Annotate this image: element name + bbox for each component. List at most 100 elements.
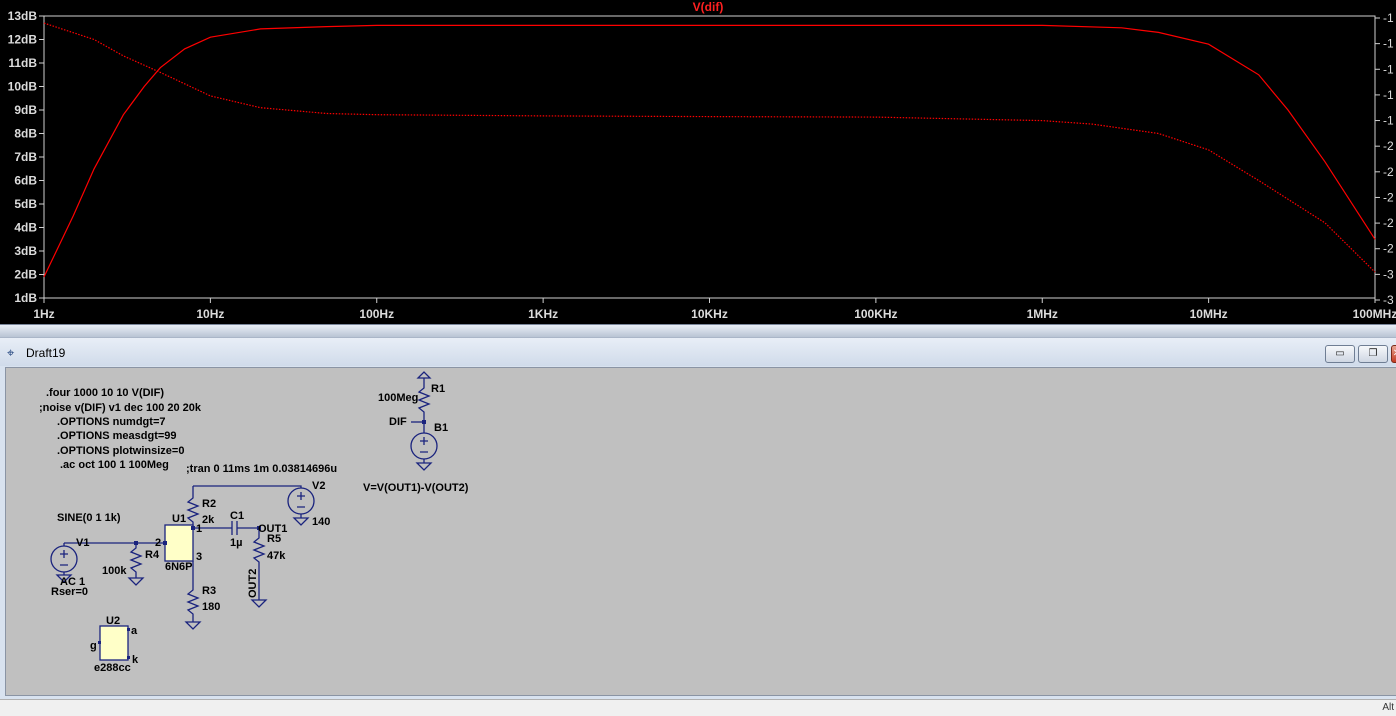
dif-label: DIF	[389, 416, 407, 428]
v1-sine[interactable]: SINE(0 1 1k)	[57, 512, 121, 524]
restore-button[interactable]: ❐	[1358, 345, 1388, 363]
x-tick-label: 100MHz	[1353, 307, 1396, 321]
u1-model: 6N6P	[165, 561, 193, 573]
source-b1[interactable]	[410, 432, 438, 460]
directive-numdgt[interactable]: .OPTIONS numdgt=7	[57, 416, 165, 428]
right-axis: -1 -1 -1 -1 -1 -2 -2 -2 -2 -2 -3 -3	[1375, 11, 1394, 307]
y-tick-label: 2dB	[14, 268, 37, 282]
right-tick-label: -1	[1383, 62, 1394, 76]
r4-value: 100k	[102, 565, 127, 577]
v2-label: V2	[312, 480, 325, 492]
x-tick-label: 100KHz	[854, 307, 897, 321]
close-button[interactable]: ✕	[1391, 345, 1396, 363]
right-tick-label: -1	[1383, 88, 1394, 102]
v1-label: V1	[76, 537, 89, 549]
y-tick-label: 13dB	[8, 9, 38, 23]
right-tick-label: -1	[1383, 11, 1394, 25]
ground-symbol	[416, 371, 432, 379]
minimize-button[interactable]: ▭	[1325, 345, 1355, 363]
v2-ground	[292, 514, 310, 526]
y-tick-label: 10dB	[8, 80, 38, 94]
u1-pin1: 1	[196, 523, 202, 535]
source-v1[interactable]	[50, 545, 78, 573]
u1-pin2: 2	[155, 537, 161, 549]
phase-trace	[43, 22, 1376, 273]
y-tick-label: 8dB	[14, 127, 37, 141]
x-axis: 1Hz 10Hz 100Hz 1KHz 10KHz 100KHz 1MHz 10MHz 100M…	[33, 298, 1396, 321]
right-tick-label: -2	[1383, 190, 1394, 204]
r5-value: 47k	[267, 550, 286, 562]
schematic-title: Draft19	[26, 346, 66, 360]
y-tick-label: 12dB	[8, 33, 38, 47]
x-tick-label: 1KHz	[528, 307, 558, 321]
b1-expression[interactable]: V=V(OUT1)-V(OUT2)	[363, 482, 469, 494]
right-tick-label: -3	[1383, 267, 1394, 281]
x-tick-label: 10MHz	[1190, 307, 1228, 321]
out2-label: OUT2	[247, 569, 259, 598]
v1-polarity	[60, 550, 68, 566]
pane-splitter[interactable]	[0, 324, 1396, 337]
directive-tran[interactable]: ;tran 0 11ms 1m 0.03814696u	[186, 463, 337, 475]
y-tick-label: 6dB	[14, 174, 37, 188]
status-bar: Alt	[0, 699, 1396, 716]
status-text: Alt	[1382, 702, 1394, 713]
right-tick-label: -1	[1383, 37, 1394, 51]
directive-plotwinsize[interactable]: .OPTIONS plotwinsize=0	[57, 445, 184, 457]
waveform-plot[interactable]: V(dif) 13dB 12dB 11dB 10dB 9dB 8dB 7dB 6dB 5dB 4d…	[0, 0, 1396, 327]
r5-label: R5	[267, 533, 281, 545]
schematic-drawing[interactable]: .four 1000 10 10 V(DIF) ;noise v(DIF) v1…	[6, 368, 1396, 695]
plot-title[interactable]: V(dif)	[693, 0, 724, 14]
diode-u2[interactable]	[99, 625, 129, 661]
directive-noise[interactable]: ;noise v(DIF) v1 dec 100 20 20k	[39, 402, 202, 414]
r3-value: 180	[202, 601, 220, 613]
u2-model: e288cc	[94, 662, 131, 674]
c1-value: 1µ	[230, 537, 242, 549]
y-tick-label: 7dB	[14, 150, 37, 164]
u1-label: U1	[172, 513, 186, 525]
schematic-window: ⌖ Draft19 ▭ ❐ ✕ .four 1000 10 10 V(DIF) …	[0, 337, 1396, 700]
u1-pin3: 3	[196, 551, 202, 563]
r4-label: R4	[145, 549, 160, 561]
r2-value: 2k	[202, 514, 215, 526]
b1-label: B1	[434, 422, 448, 434]
y-tick-label: 5dB	[14, 197, 37, 211]
y-tick-label: 3dB	[14, 244, 37, 258]
right-tick-label: -2	[1383, 139, 1394, 153]
y-tick-label: 1dB	[14, 291, 37, 305]
directive-measdgt[interactable]: .OPTIONS measdgt=99	[57, 430, 177, 442]
resistor-r4[interactable]	[127, 543, 145, 586]
schematic-canvas[interactable]: .four 1000 10 10 V(DIF) ;noise v(DIF) v1…	[5, 367, 1396, 696]
x-tick-label: 1MHz	[1027, 307, 1058, 321]
x-tick-label: 100Hz	[359, 307, 394, 321]
r1-label: R1	[431, 383, 445, 395]
directive-ac[interactable]: .ac oct 100 1 100Meg	[60, 459, 169, 471]
right-tick-label: -2	[1383, 165, 1394, 179]
u2-pin-a: a	[131, 625, 138, 637]
y-axis: 13dB 12dB 11dB 10dB 9dB 8dB 7dB 6dB 5dB 4dB 3dB 2dB…	[8, 9, 44, 305]
b1-leads	[415, 424, 433, 471]
wire-b-plus	[193, 485, 302, 488]
right-tick-label: -2	[1383, 242, 1394, 256]
source-v2[interactable]	[287, 487, 315, 515]
r3-label: R3	[202, 585, 216, 597]
y-tick-label: 9dB	[14, 103, 37, 117]
x-tick-label: 10Hz	[196, 307, 224, 321]
u2-pin-k: k	[132, 654, 139, 666]
tube-u1[interactable]	[164, 524, 194, 562]
c1-label: C1	[230, 510, 244, 522]
u2-pin-g: g	[90, 640, 97, 652]
schematic-titlebar[interactable]: ⌖ Draft19 ▭ ❐ ✕	[0, 338, 1396, 366]
x-tick-label: 10KHz	[691, 307, 728, 321]
schematic-icon: ⌖	[7, 345, 15, 360]
v2-polarity	[297, 492, 305, 508]
waveform-plot-pane[interactable]: V(dif) 13dB 12dB 11dB 10dB 9dB 8dB 7dB 6dB 5dB 4d…	[0, 0, 1396, 327]
v2-value: 140	[312, 516, 330, 528]
v1-rser: Rser=0	[51, 586, 88, 598]
u2-label: U2	[106, 615, 120, 627]
magnitude-trace	[43, 24, 1376, 278]
directive-four[interactable]: .four 1000 10 10 V(DIF)	[46, 387, 164, 399]
resistor-r1[interactable]	[417, 378, 431, 424]
r2-label: R2	[202, 498, 216, 510]
x-tick-label: 1Hz	[33, 307, 54, 321]
right-tick-label: -3	[1383, 293, 1394, 307]
